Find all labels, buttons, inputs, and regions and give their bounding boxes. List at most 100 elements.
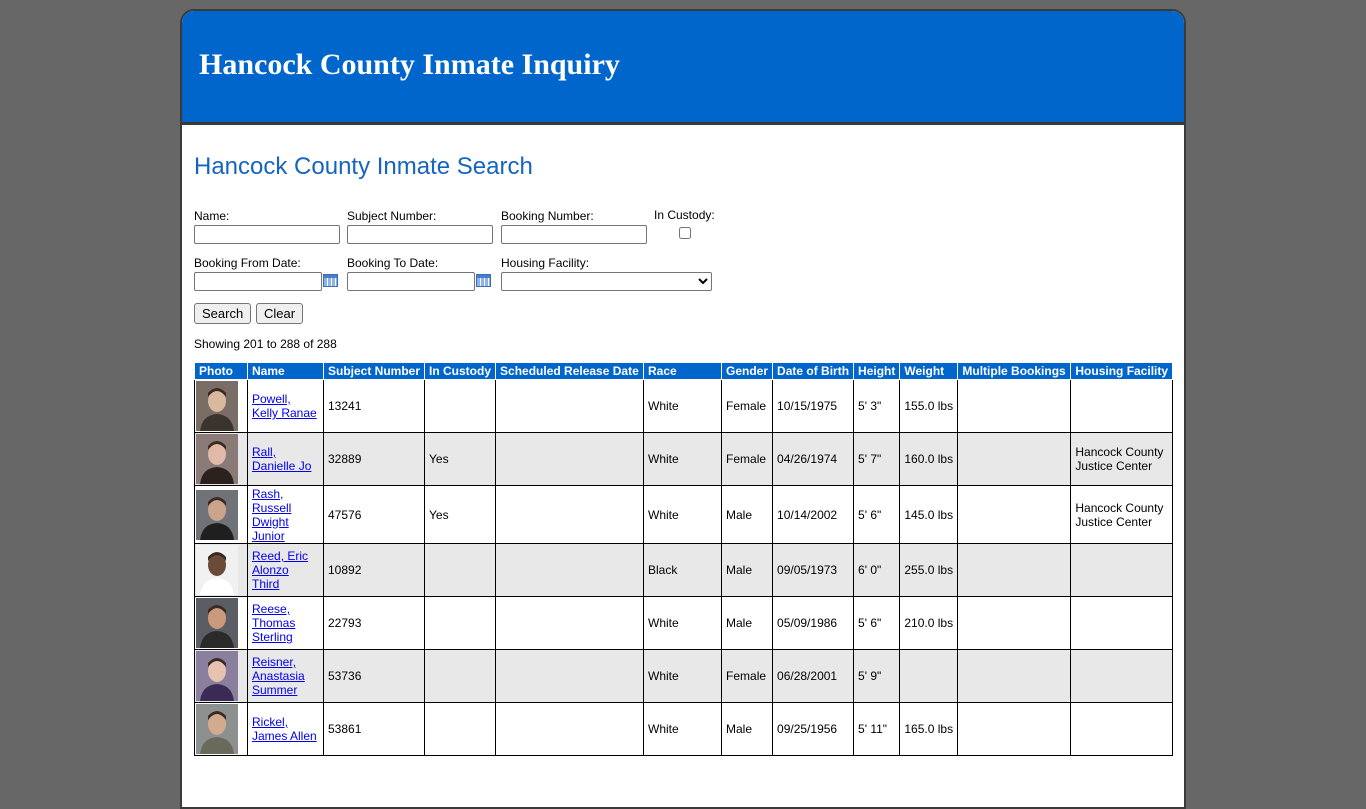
clear-button[interactable]: Clear (256, 303, 304, 324)
date-of-birth-cell: 05/09/1986 (772, 596, 855, 650)
column-header-multiple-bookings: Multiple Bookings (957, 362, 1072, 380)
release-date-cell (495, 596, 645, 650)
inmate-name-link[interactable]: Powell, Kelly Ranae (252, 392, 317, 420)
mugshot-image[interactable] (196, 381, 238, 431)
page-frame: Hancock County Inmate Inquiry Hancock Co… (180, 9, 1186, 809)
photo-cell (194, 485, 248, 544)
in-custody-cell (424, 543, 497, 597)
height-cell: 5' 11" (853, 702, 901, 756)
in-custody-checkbox[interactable] (679, 227, 691, 239)
housing-facility-line: Justice Center (1075, 514, 1153, 529)
date-of-birth-cell: 10/14/2002 (772, 485, 855, 544)
booking-to-input[interactable] (347, 272, 475, 291)
multiple-bookings-cell (957, 596, 1072, 650)
name-line: Reisner, (252, 655, 297, 669)
table-row: Reese, Thomas Sterling 22793 White Male 05/09/… (194, 596, 1174, 650)
housing-facility-cell (1070, 379, 1174, 433)
name-line: James Allen (252, 729, 317, 743)
name-line: Rash, (252, 486, 284, 501)
name-input[interactable] (194, 225, 340, 244)
weight-cell: 255.0 lbs (899, 543, 959, 597)
name-line: Dwight (252, 514, 289, 529)
height-cell: 5' 3" (853, 379, 901, 433)
housing-facility-line: Hancock County (1075, 445, 1164, 459)
inmate-name-link[interactable]: Rash, Russell Dwight Junior (252, 487, 291, 543)
name-line: Junior (252, 528, 285, 543)
multiple-bookings-cell (957, 543, 1072, 597)
name-line: Summer (252, 683, 298, 697)
housing-facility-select[interactable] (501, 272, 712, 291)
subject-number-cell: 22793 (322, 596, 426, 650)
header-banner: Hancock County Inmate Inquiry (182, 11, 1184, 125)
race-cell: White (643, 596, 723, 650)
name-line: Thomas (252, 616, 296, 630)
date-of-birth-cell: 04/26/1974 (772, 432, 855, 486)
search-button[interactable]: Search (194, 303, 252, 324)
table-row: Rickel, James Allen 53861 White Male 09/25/19… (194, 702, 1174, 756)
date-of-birth-cell: 09/05/1973 (772, 543, 855, 597)
column-header-race: Race (643, 362, 723, 380)
column-header-subject-number: Subject Number (322, 362, 426, 380)
name-line: Powell, (252, 392, 291, 406)
subject-number-cell: 13241 (322, 379, 426, 433)
weight-cell (899, 649, 959, 703)
mugshot-image[interactable] (196, 651, 238, 701)
inmate-name-link[interactable]: Reese, Thomas Sterling (252, 602, 295, 644)
name-cell: Rall, Danielle Jo (247, 432, 324, 486)
mugshot-image[interactable] (196, 545, 238, 595)
race-cell: White (643, 649, 723, 703)
name-line: Russell (252, 500, 292, 515)
mugshot-image[interactable] (196, 434, 238, 484)
name-line: Rall, (252, 445, 277, 459)
calendar-icon[interactable] (323, 274, 338, 287)
table-row: Powell, Kelly Ranae 13241 White Female 10/15/… (194, 379, 1174, 433)
release-date-cell (495, 485, 645, 544)
name-cell: Rash, Russell Dwight Junior (247, 485, 324, 544)
booking-from-label: Booking From Date: (194, 256, 301, 270)
inmate-name-link[interactable]: Reed, Eric Alonzo Third (252, 549, 308, 591)
height-cell: 5' 7" (853, 432, 901, 486)
booking-from-input[interactable] (194, 272, 322, 291)
inmate-name-link[interactable]: Rall, Danielle Jo (252, 445, 311, 473)
column-header-photo: Photo (194, 362, 248, 380)
table-row: Reed, Eric Alonzo Third 10892 Black Male 09/0… (194, 543, 1174, 597)
name-line: Reese, (252, 602, 291, 616)
column-header-scheduled-release-date: Scheduled Release Date (495, 362, 645, 380)
weight-cell: 165.0 lbs (899, 702, 959, 756)
name-cell: Rickel, James Allen (247, 702, 324, 756)
mugshot-image[interactable] (196, 489, 238, 540)
column-header-in-custody: In Custody (424, 362, 497, 380)
calendar-icon[interactable] (476, 274, 491, 287)
in-custody-cell (424, 379, 497, 433)
housing-facility-cell (1070, 596, 1174, 650)
housing-facility-cell (1070, 543, 1174, 597)
in-custody-cell (424, 702, 497, 756)
weight-cell: 145.0 lbs (899, 485, 959, 544)
name-cell: Reese, Thomas Sterling (247, 596, 324, 650)
name-label: Name: (194, 209, 230, 223)
gender-cell: Male (721, 596, 774, 650)
subject-number-cell: 47576 (322, 485, 426, 544)
name-line: Reed, Eric (252, 549, 309, 563)
page-title: Hancock County Inmate Search (194, 153, 533, 180)
mugshot-image[interactable] (196, 598, 238, 648)
inmate-name-link[interactable]: Reisner, Anastasia Summer (252, 655, 305, 697)
column-header-housing-facility: Housing Facility (1070, 362, 1174, 380)
column-header-date-of-birth: Date of Birth (772, 362, 855, 380)
booking-number-input[interactable] (501, 225, 647, 244)
name-line: Rickel, (252, 715, 289, 729)
housing-facility-line: Hancock County (1075, 500, 1164, 515)
name-line: Anastasia (252, 669, 305, 683)
weight-cell: 160.0 lbs (899, 432, 959, 486)
in-custody-cell (424, 649, 497, 703)
subject-number-input[interactable] (347, 225, 493, 244)
mugshot-image[interactable] (196, 704, 238, 754)
gender-cell: Female (721, 432, 774, 486)
table-row: Rash, Russell Dwight Junior 47576 Yes White Mal… (194, 485, 1174, 544)
column-header-gender: Gender (721, 362, 774, 380)
inmate-name-link[interactable]: Rickel, James Allen (252, 715, 317, 743)
name-line: Danielle Jo (252, 459, 312, 473)
photo-cell (194, 432, 248, 486)
release-date-cell (495, 432, 645, 486)
multiple-bookings-cell (957, 379, 1072, 433)
